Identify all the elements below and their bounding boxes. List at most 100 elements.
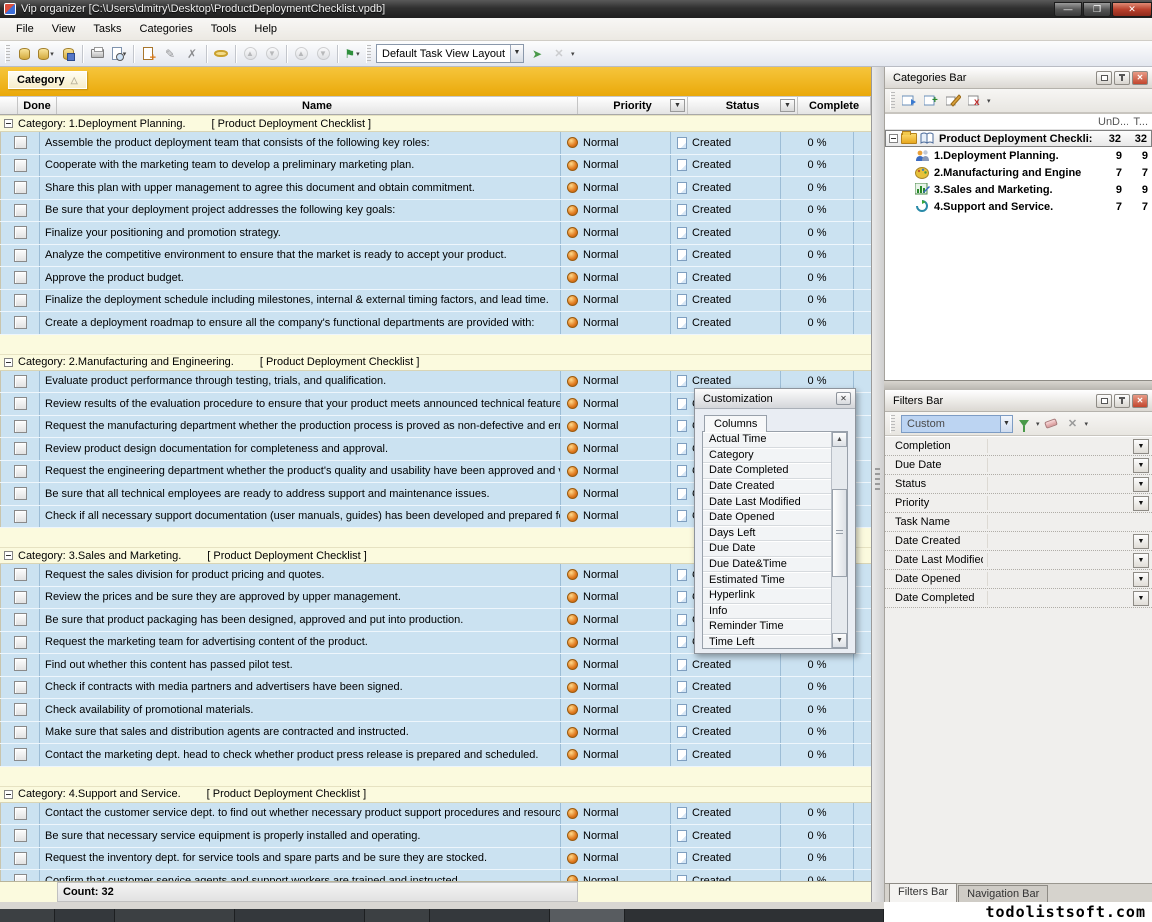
chevron-down-icon[interactable]: ▼ bbox=[510, 45, 523, 62]
new-task-icon[interactable] bbox=[138, 44, 158, 64]
filter-dropdown-icon[interactable]: ▼ bbox=[1133, 496, 1149, 511]
task-done-checkbox[interactable] bbox=[14, 807, 27, 820]
column-item-due-date-time[interactable]: Due Date&Time bbox=[703, 557, 831, 573]
task-row[interactable]: Contact the marketing dept. head to chec… bbox=[0, 744, 871, 767]
filter-row-date-last-modified[interactable]: Date Last Modified▼ bbox=[885, 551, 1152, 570]
task-row[interactable]: Approve the product budget.NormalCreated… bbox=[0, 267, 871, 290]
menu-tasks[interactable]: Tasks bbox=[85, 20, 129, 38]
task-row[interactable]: Finalize the deployment schedule includi… bbox=[0, 290, 871, 313]
expand-all-icon[interactable]: ▲ bbox=[291, 44, 311, 64]
task-done-checkbox[interactable] bbox=[14, 181, 27, 194]
task-done-checkbox[interactable] bbox=[14, 874, 27, 881]
task-done-checkbox[interactable] bbox=[14, 613, 27, 626]
layout-combo[interactable]: Default Task View Layout ▼ bbox=[376, 44, 524, 63]
filters-pin-button[interactable] bbox=[1114, 394, 1130, 408]
task-done-checkbox[interactable] bbox=[14, 726, 27, 739]
task-done-checkbox[interactable] bbox=[14, 375, 27, 388]
filter-row-completion[interactable]: Completion▼ bbox=[885, 437, 1152, 456]
column-item-date-completed[interactable]: Date Completed bbox=[703, 463, 831, 479]
task-done-checkbox[interactable] bbox=[14, 510, 27, 523]
task-row[interactable]: Share this plan with upper management to… bbox=[0, 177, 871, 200]
scroll-up-icon[interactable]: ▲ bbox=[832, 432, 847, 447]
filter-dropdown-icon[interactable]: ▼ bbox=[1133, 458, 1149, 473]
tree-item[interactable]: 4.Support and Service.77 bbox=[885, 198, 1152, 215]
task-done-checkbox[interactable] bbox=[14, 465, 27, 478]
total-column-header[interactable]: T... bbox=[1128, 116, 1152, 128]
done-column-header[interactable]: Done bbox=[18, 97, 57, 114]
filter-dropdown-icon[interactable]: ▼ bbox=[1133, 591, 1149, 606]
task-done-checkbox[interactable] bbox=[14, 420, 27, 433]
scrollbar-thumb[interactable] bbox=[832, 489, 847, 577]
column-item-reminder-time[interactable]: Reminder Time bbox=[703, 619, 831, 635]
print-preview-icon[interactable]: ▾ bbox=[109, 44, 129, 64]
filter-preset-combo[interactable]: Custom ▼ bbox=[901, 415, 1013, 433]
task-done-checkbox[interactable] bbox=[14, 271, 27, 284]
menu-categories[interactable]: Categories bbox=[132, 20, 201, 38]
filters-toolbar-grip[interactable] bbox=[890, 415, 895, 433]
open-database-icon[interactable]: ▾ bbox=[36, 44, 56, 64]
categories-toolbar-grip[interactable] bbox=[890, 92, 895, 110]
tab-navigation-bar[interactable]: Navigation Bar bbox=[958, 885, 1048, 902]
add-category-button[interactable]: + bbox=[921, 91, 941, 110]
task-row[interactable]: Contact the customer service dept. to fi… bbox=[0, 803, 871, 826]
chevron-down-icon[interactable]: ▼ bbox=[1000, 416, 1012, 432]
print-icon[interactable] bbox=[87, 44, 107, 64]
tree-item[interactable]: 2.Manufacturing and Engine77 bbox=[885, 164, 1152, 181]
collapse-group-icon[interactable] bbox=[4, 119, 13, 128]
filter-dropdown-icon[interactable]: ▼ bbox=[1133, 534, 1149, 549]
task-done-checkbox[interactable] bbox=[14, 442, 27, 455]
customization-title-bar[interactable]: Customization ✕ bbox=[695, 389, 855, 409]
filter-row-date-opened[interactable]: Date Opened▼ bbox=[885, 570, 1152, 589]
panel-window-button[interactable] bbox=[1096, 71, 1112, 85]
task-row[interactable]: Confirm that customer service agents and… bbox=[0, 870, 871, 881]
column-item-date-opened[interactable]: Date Opened bbox=[703, 510, 831, 526]
task-done-checkbox[interactable] bbox=[14, 658, 27, 671]
task-done-checkbox[interactable] bbox=[14, 829, 27, 842]
column-item-actual-time[interactable]: Actual Time bbox=[703, 432, 831, 448]
tree-item[interactable]: 1.Deployment Planning.99 bbox=[885, 147, 1152, 164]
new-checklist-button[interactable] bbox=[899, 91, 919, 110]
column-item-estimated-time[interactable]: Estimated Time bbox=[703, 572, 831, 588]
task-done-checkbox[interactable] bbox=[14, 703, 27, 716]
tab-columns[interactable]: Columns bbox=[704, 415, 767, 432]
task-row[interactable]: Find out whether this content has passed… bbox=[0, 654, 871, 677]
scroll-down-icon[interactable]: ▼ bbox=[832, 633, 847, 648]
menu-tools[interactable]: Tools bbox=[203, 20, 245, 38]
status-column-header[interactable]: Status ▼ bbox=[688, 97, 798, 114]
task-done-checkbox[interactable] bbox=[14, 226, 27, 239]
task-row[interactable]: Analyze the competitive environment to e… bbox=[0, 245, 871, 268]
task-row[interactable]: Finalize your positioning and promotion … bbox=[0, 222, 871, 245]
task-done-checkbox[interactable] bbox=[14, 568, 27, 581]
collapse-all-icon[interactable]: ▼ bbox=[313, 44, 333, 64]
filter-dropdown-icon[interactable]: ▼ bbox=[1133, 439, 1149, 454]
tab-filters-bar[interactable]: Filters Bar bbox=[889, 883, 957, 902]
task-done-checkbox[interactable] bbox=[14, 748, 27, 761]
task-done-checkbox[interactable] bbox=[14, 591, 27, 604]
restore-button[interactable]: ❐ bbox=[1083, 2, 1111, 17]
columns-scrollbar[interactable]: ▲ ▼ bbox=[831, 432, 847, 648]
filters-close-button[interactable]: ✕ bbox=[1132, 394, 1148, 408]
task-row[interactable]: Check availability of promotional materi… bbox=[0, 699, 871, 722]
apply-filter-button[interactable] bbox=[1014, 414, 1034, 433]
column-item-info[interactable]: Info bbox=[703, 604, 831, 620]
category-group-row[interactable]: Category: 4.Support and Service.[ Produc… bbox=[0, 786, 871, 803]
categories-toolbar-overflow-icon[interactable]: ▾ bbox=[987, 97, 991, 105]
notes-icon[interactable]: ⚑▾ bbox=[342, 44, 362, 64]
new-database-icon[interactable] bbox=[14, 44, 34, 64]
task-done-checkbox[interactable] bbox=[14, 159, 27, 172]
column-item-days-left[interactable]: Days Left bbox=[703, 526, 831, 542]
clear-filter-button[interactable] bbox=[1041, 414, 1061, 433]
priority-column-header[interactable]: Priority ▼ bbox=[578, 97, 688, 114]
menu-file[interactable]: File bbox=[8, 20, 42, 38]
task-row[interactable]: Create a deployment roadmap to ensure al… bbox=[0, 312, 871, 335]
status-filter-icon[interactable]: ▼ bbox=[780, 99, 795, 112]
collapse-group-icon[interactable] bbox=[4, 358, 13, 367]
collapse-group-icon[interactable] bbox=[4, 790, 13, 799]
filter-dropdown-icon[interactable]: ▼ bbox=[1133, 553, 1149, 568]
panel-pin-button[interactable] bbox=[1114, 71, 1130, 85]
collapse-group-icon[interactable] bbox=[4, 551, 13, 560]
filter-row-status[interactable]: Status▼ bbox=[885, 475, 1152, 494]
complete-task-icon[interactable] bbox=[211, 44, 231, 64]
task-row[interactable]: Be sure that necessary service equipment… bbox=[0, 825, 871, 848]
group-by-category-button[interactable]: Category △ bbox=[8, 71, 87, 89]
